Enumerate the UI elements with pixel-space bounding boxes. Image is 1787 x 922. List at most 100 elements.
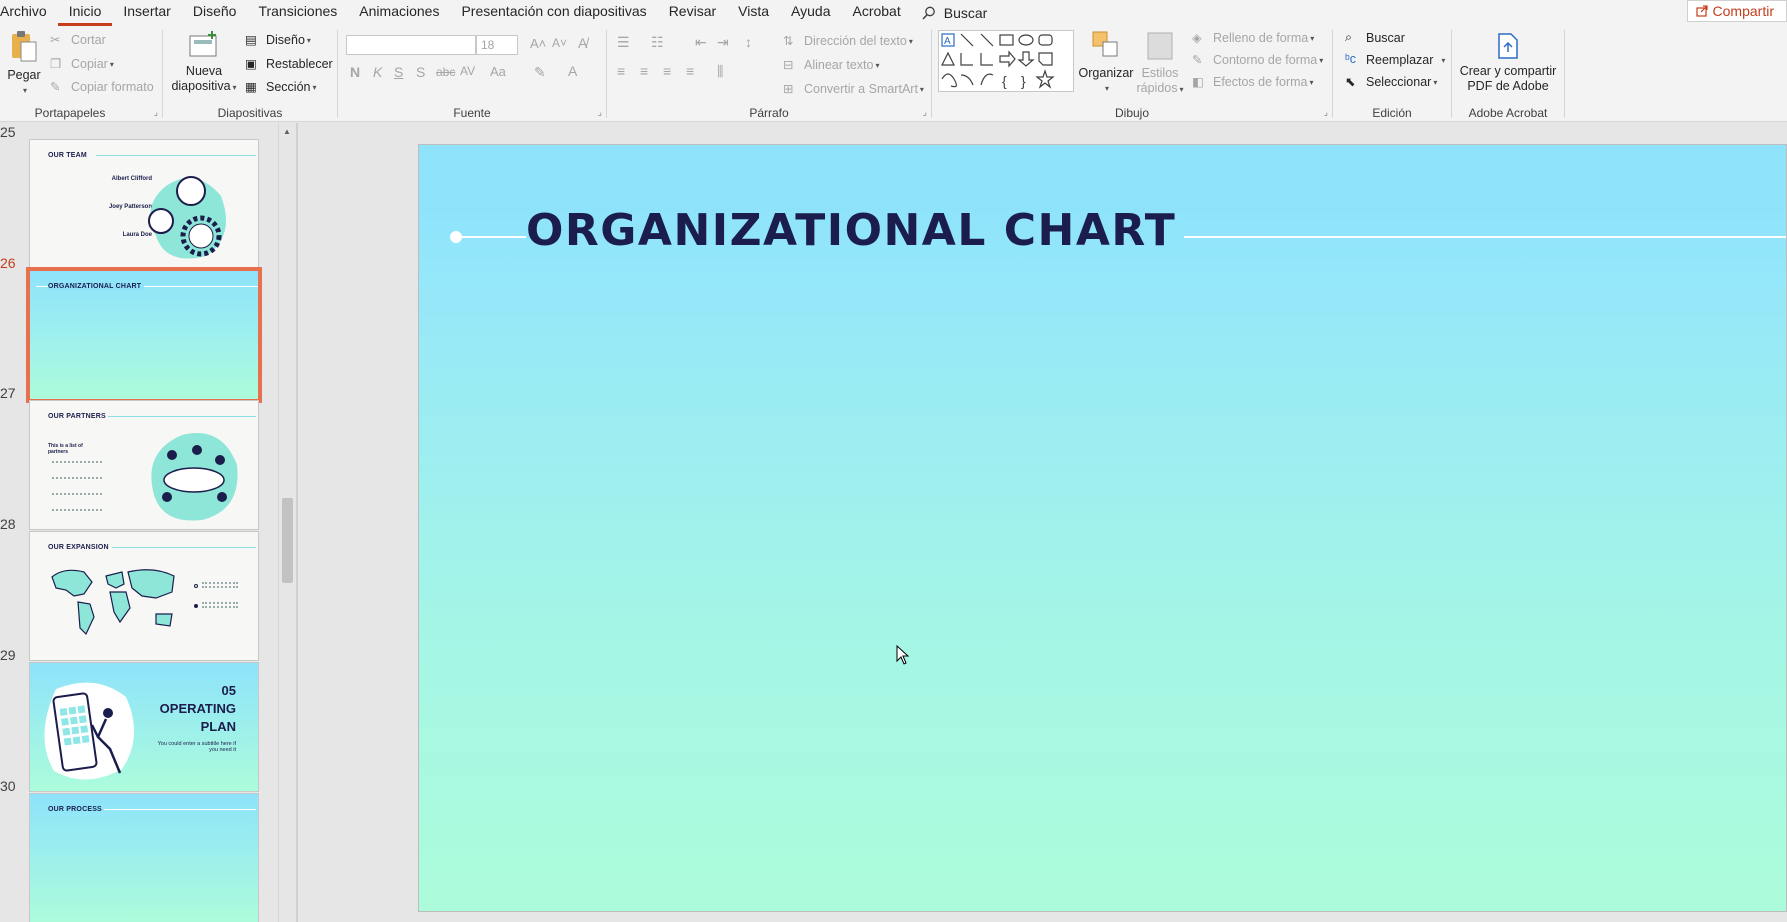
- tab-acrobat[interactable]: Acrobat: [841, 0, 911, 26]
- font-family-input[interactable]: [346, 35, 476, 55]
- reset-button[interactable]: ▣ Restablecer: [245, 56, 333, 72]
- italic-button[interactable]: K: [373, 64, 382, 80]
- shrink-font-icon[interactable]: A˅: [552, 36, 567, 50]
- slide-thumbnail-28[interactable]: OUR EXPANSION: [29, 531, 259, 661]
- slide-thumbnails-pane[interactable]: 25 OUR TEAM Albert Clifford Joey Patters…: [0, 123, 278, 922]
- arrange-button[interactable]: Organizar ▾: [1078, 30, 1134, 96]
- line-spacing-icon[interactable]: ↕: [745, 34, 752, 50]
- thumb-text-placeholder: [202, 582, 238, 588]
- new-slide-label-2-text: diapositiva: [171, 79, 231, 93]
- reset-icon: ▣: [245, 57, 257, 71]
- format-painter-button[interactable]: ✎ Copiar formato: [50, 79, 154, 95]
- copy-button[interactable]: ❐ Copiar ▾: [50, 56, 114, 72]
- justify-icon[interactable]: ≡: [686, 63, 694, 79]
- group-label-drawing: Dibujo: [1114, 106, 1150, 120]
- slide-title[interactable]: ORGANIZATIONAL CHART: [526, 205, 1185, 256]
- shape-fill-button[interactable]: ◈ Relleno de forma ▾: [1192, 30, 1314, 46]
- decrease-indent-icon[interactable]: ⇤: [695, 34, 707, 51]
- numbering-icon[interactable]: ☷: [651, 34, 664, 51]
- dialog-launcher-icon[interactable]: ⌟: [923, 107, 927, 118]
- find-button[interactable]: ⌕ Buscar: [1345, 30, 1405, 46]
- copy-label: Copiar: [71, 57, 108, 71]
- font-size-input[interactable]: 18: [476, 35, 518, 55]
- text-direction-icon: ⇅: [783, 34, 794, 48]
- align-right-icon[interactable]: ≡: [663, 63, 671, 79]
- tab-vista[interactable]: Vista: [727, 0, 780, 26]
- align-left-icon[interactable]: ≡: [617, 63, 625, 79]
- shadow-button[interactable]: S: [416, 64, 425, 80]
- tab-revisar[interactable]: Revisar: [658, 0, 727, 26]
- columns-icon[interactable]: ⫼: [717, 63, 723, 80]
- underline-button[interactable]: S: [394, 64, 403, 80]
- thumb-title: OUR PARTNERS: [48, 413, 106, 420]
- replace-button[interactable]: ᵇc Reemplazar ▾: [1345, 52, 1445, 68]
- slide-thumbnail-27[interactable]: OUR PARTNERS This is a list of partners: [29, 400, 259, 530]
- scrollbar-thumb[interactable]: [282, 498, 293, 583]
- font-color-icon[interactable]: A: [568, 63, 577, 79]
- grow-font-icon[interactable]: A˄: [530, 36, 546, 51]
- char-spacing-icon[interactable]: AV: [460, 64, 475, 78]
- tab-transiciones[interactable]: Transiciones: [247, 0, 348, 26]
- tab-insertar[interactable]: Insertar: [112, 0, 181, 26]
- slide-number: 30: [0, 778, 16, 794]
- tab-ayuda[interactable]: Ayuda: [780, 0, 841, 26]
- select-label: Seleccionar: [1366, 75, 1432, 89]
- slide-thumbnail-29[interactable]: 05 OPERATING PLAN You could enter a subt…: [29, 662, 259, 792]
- tab-diseno[interactable]: Diseño: [182, 0, 248, 26]
- highlight-icon[interactable]: ✎: [534, 64, 546, 81]
- text-direction-button[interactable]: ⇅ Dirección del texto ▾: [783, 33, 913, 49]
- slide-number: 27: [0, 385, 16, 401]
- dialog-launcher-icon[interactable]: ⌟: [598, 107, 602, 118]
- shapes-icon: A { }: [941, 33, 1055, 89]
- thumb-title-line: PLAN: [200, 719, 236, 734]
- tab-animaciones[interactable]: Animaciones: [348, 0, 450, 26]
- clear-format-icon[interactable]: A̸: [578, 35, 587, 51]
- shape-outline-button[interactable]: ✎ Contorno de forma ▾: [1192, 52, 1323, 68]
- dialog-launcher-icon[interactable]: ⌟: [1324, 107, 1328, 118]
- replace-label: Reemplazar: [1366, 53, 1434, 67]
- bold-button[interactable]: N: [350, 64, 360, 80]
- tell-me-search[interactable]: Buscar: [922, 0, 987, 26]
- tab-inicio[interactable]: Inicio: [57, 0, 113, 26]
- cut-button[interactable]: ✂ Cortar: [50, 32, 106, 48]
- tab-archivo[interactable]: Archivo: [0, 0, 58, 26]
- thumb-title: OUR TEAM: [48, 152, 87, 159]
- align-text-icon: ⊟: [783, 58, 794, 72]
- bullets-icon[interactable]: ☰: [617, 34, 630, 51]
- svg-text:}: }: [1021, 73, 1026, 89]
- change-case-icon[interactable]: Aa: [490, 64, 506, 79]
- dialog-launcher-icon[interactable]: ⌟: [154, 107, 158, 118]
- section-button[interactable]: ▦ Sección ▾: [245, 79, 317, 95]
- current-slide[interactable]: ORGANIZATIONAL CHART: [418, 144, 1787, 912]
- layout-button[interactable]: ▤ Diseño ▾: [245, 32, 311, 48]
- group-paragraph: ☰ ☷ ⇤ ⇥ ↕ ⇅ Dirección del texto ▾ ≡ ≡ ≡ ≡ …: [607, 26, 931, 122]
- increase-indent-icon[interactable]: ⇥: [717, 34, 729, 51]
- quick-styles-button[interactable]: Estilos rápidos ▾: [1136, 30, 1184, 97]
- slide-thumbnail-30[interactable]: OUR PROCESS: [29, 793, 259, 922]
- align-center-icon[interactable]: ≡: [640, 63, 648, 79]
- align-text-button[interactable]: ⊟ Alinear texto ▾: [783, 57, 880, 73]
- shape-fill-label: Relleno de forma: [1213, 31, 1309, 45]
- share-icon: [1695, 5, 1708, 17]
- shapes-gallery[interactable]: A { }: [938, 30, 1074, 92]
- scroll-up-icon[interactable]: ▲: [283, 127, 291, 136]
- strikethrough-button[interactable]: abc: [436, 65, 455, 79]
- svg-text:A: A: [944, 36, 951, 47]
- new-slide-button[interactable]: Nueva diapositiva ▾: [169, 30, 239, 95]
- chevron-down-icon: ▾: [22, 86, 27, 95]
- paste-label: Pegar: [7, 68, 41, 82]
- smartart-label: Convertir a SmartArt: [804, 82, 918, 96]
- create-pdf-button[interactable]: Crear y compartir PDF de Adobe: [1452, 32, 1564, 94]
- paste-button[interactable]: Pegar ▾: [4, 30, 44, 98]
- select-button[interactable]: ⬉ Seleccionar ▾: [1345, 74, 1437, 90]
- shape-effects-button[interactable]: ◧ Efectos de forma ▾: [1192, 74, 1314, 90]
- smartart-button[interactable]: ⊞ Convertir a SmartArt ▾: [783, 81, 924, 97]
- layout-label: Diseño: [266, 33, 305, 47]
- share-button[interactable]: Compartir: [1686, 0, 1787, 22]
- tab-presentacion[interactable]: Presentación con diapositivas: [450, 0, 657, 26]
- slide-thumbnail-26[interactable]: ORGANIZATIONAL CHART: [26, 267, 262, 403]
- thumbnails-scrollbar[interactable]: ▲: [278, 123, 295, 922]
- slide-thumbnail-25[interactable]: OUR TEAM Albert Clifford Joey Patterson …: [29, 139, 259, 269]
- create-pdf-label-1: Crear y compartir: [1459, 64, 1557, 78]
- quick-styles-label-2-text: rápidos: [1136, 81, 1178, 95]
